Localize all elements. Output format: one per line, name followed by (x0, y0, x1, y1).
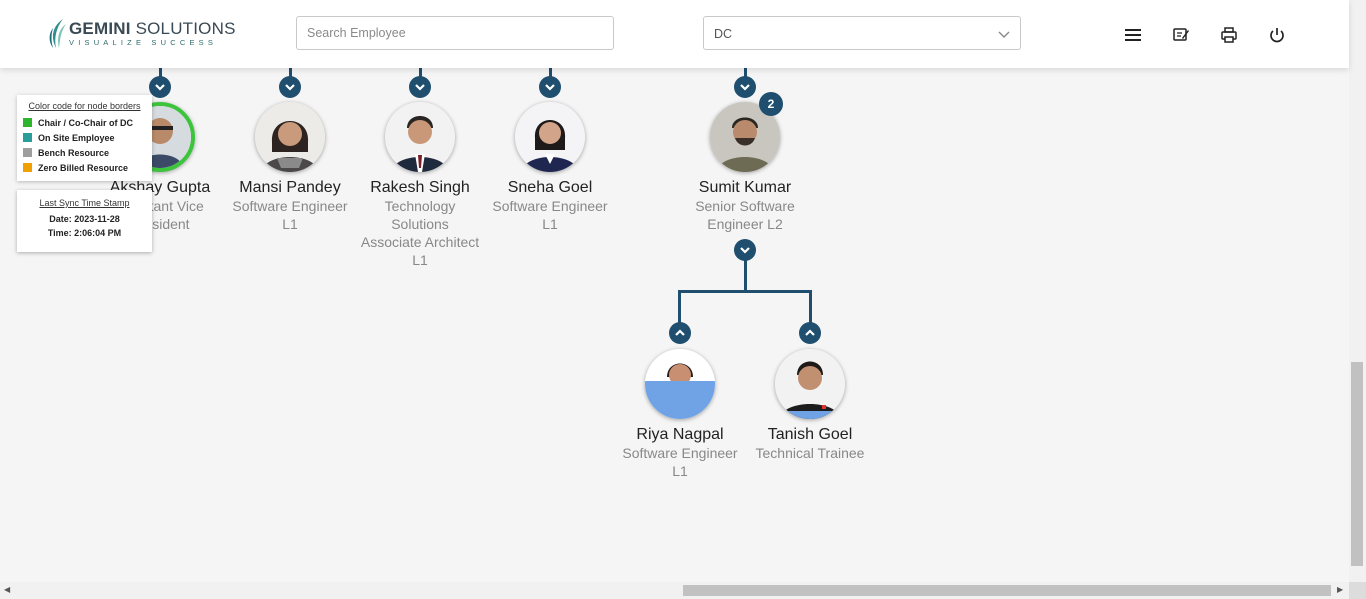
expand-toggle-button[interactable] (539, 76, 561, 98)
legend-title: Color code for node borders (28, 101, 141, 111)
employee-name: Sneha Goel (507, 179, 593, 196)
horizontal-scrollbar[interactable]: ◀ ▶ (0, 582, 1349, 599)
power-icon[interactable] (1266, 24, 1288, 46)
gemini-leaf-icon (49, 19, 66, 48)
employee-node[interactable]: Rakesh Singh Technology Solutions Associ… (350, 102, 490, 269)
employee-title: Software Engineer (492, 198, 608, 214)
chevron-up-icon (675, 329, 685, 336)
employee-search-box[interactable] (296, 16, 614, 50)
employee-title: L1 (672, 463, 688, 479)
legend-swatch (23, 118, 32, 127)
border-color-legend: Color code for node borders Chair / Co-C… (17, 95, 152, 181)
expand-toggle-button[interactable] (734, 76, 756, 98)
employee-node[interactable]: Mansi Pandey Software Engineer L1 (220, 102, 360, 233)
connector-line (809, 290, 812, 324)
company-logo[interactable]: GEMINI SOLUTIONS VISUALIZE SUCCESS (47, 18, 236, 50)
legend-item: Chair / Co-Chair of DC (23, 115, 152, 130)
employee-title: L1 (282, 216, 298, 232)
scroll-left-icon[interactable]: ◀ (4, 585, 10, 594)
menu-icon[interactable] (1122, 24, 1144, 46)
connector-line (678, 290, 681, 324)
connector-line (744, 260, 747, 292)
legend-swatch (23, 148, 32, 157)
dc-select[interactable]: DC (703, 16, 1021, 50)
scrollbar-corner (1349, 582, 1366, 599)
chevron-down-icon (285, 84, 295, 91)
legend-swatch (23, 163, 32, 172)
employee-title: Solutions (391, 216, 449, 232)
chevron-up-icon (805, 329, 815, 336)
employee-node[interactable]: Riya Nagpal Software Engineer L1 (610, 349, 750, 480)
avatar (645, 349, 715, 419)
legend-item: On Site Employee (23, 130, 152, 145)
top-header: GEMINI SOLUTIONS VISUALIZE SUCCESS DC (0, 0, 1349, 68)
employee-node[interactable]: Sneha Goel Software Engineer L1 (480, 102, 620, 233)
employee-title: L1 (412, 252, 428, 268)
sync-date: Date: 2023-11-28 (49, 214, 120, 224)
employee-title: Senior Software (695, 198, 795, 214)
vertical-scrollbar[interactable] (1349, 0, 1366, 582)
brand-name: GEMINI SOLUTIONS (69, 19, 236, 38)
avatar (515, 102, 585, 172)
employee-node[interactable]: Tanish Goel Technical Trainee (740, 349, 880, 462)
legend-item: Zero Billed Resource (23, 160, 152, 175)
avatar (775, 349, 845, 419)
chevron-down-icon (545, 84, 555, 91)
chevron-down-icon (155, 84, 165, 91)
chevron-down-icon (415, 84, 425, 91)
employee-title: L1 (542, 216, 558, 232)
print-icon[interactable] (1218, 24, 1240, 46)
legend-item: Bench Resource (23, 145, 152, 160)
scroll-right-icon[interactable]: ▶ (1337, 585, 1343, 594)
employee-name: Sumit Kumar (698, 179, 792, 196)
search-input[interactable] (297, 17, 613, 49)
avatar (385, 102, 455, 172)
sync-time: Time: 2:06:04 PM (47, 228, 122, 238)
brand-tagline: VISUALIZE SUCCESS (69, 38, 218, 47)
scrollbar-thumb[interactable] (1351, 362, 1363, 566)
collapse-children-button[interactable] (734, 239, 756, 261)
sync-timestamp-card: Last Sync Time Stamp Date: 2023-11-28 Ti… (17, 190, 152, 252)
dc-select-value: DC (714, 27, 733, 41)
edit-note-icon[interactable] (1170, 24, 1192, 46)
employee-name: Tanish Goel (767, 426, 853, 443)
sync-title: Last Sync Time Stamp (39, 198, 130, 208)
avatar (255, 102, 325, 172)
employee-name: Riya Nagpal (636, 426, 724, 443)
employee-title: Software Engineer (232, 198, 348, 214)
employee-name: Mansi Pandey (239, 179, 341, 196)
connector-line (678, 290, 812, 293)
scrollbar-thumb[interactable] (683, 585, 1331, 596)
expand-parent-button[interactable] (669, 322, 691, 344)
expand-toggle-button[interactable] (279, 76, 301, 98)
expand-parent-button[interactable] (799, 322, 821, 344)
legend-swatch (23, 133, 32, 142)
chevron-down-icon (740, 247, 750, 254)
chevron-down-icon (740, 84, 750, 91)
employee-title: Software Engineer (622, 445, 738, 461)
chevron-down-icon (998, 31, 1010, 38)
employee-title: Technical Trainee (755, 445, 865, 461)
employee-node[interactable]: Sumit Kumar Senior Software Engineer L2 (675, 102, 815, 233)
expand-toggle-button[interactable] (409, 76, 431, 98)
expand-toggle-button[interactable] (149, 76, 171, 98)
employee-title: Engineer L2 (707, 216, 783, 232)
employee-title: Technology (384, 198, 456, 214)
employee-name: Rakesh Singh (370, 179, 470, 196)
reportee-count-badge[interactable]: 2 (759, 92, 783, 116)
employee-title: Associate Architect (360, 234, 480, 250)
